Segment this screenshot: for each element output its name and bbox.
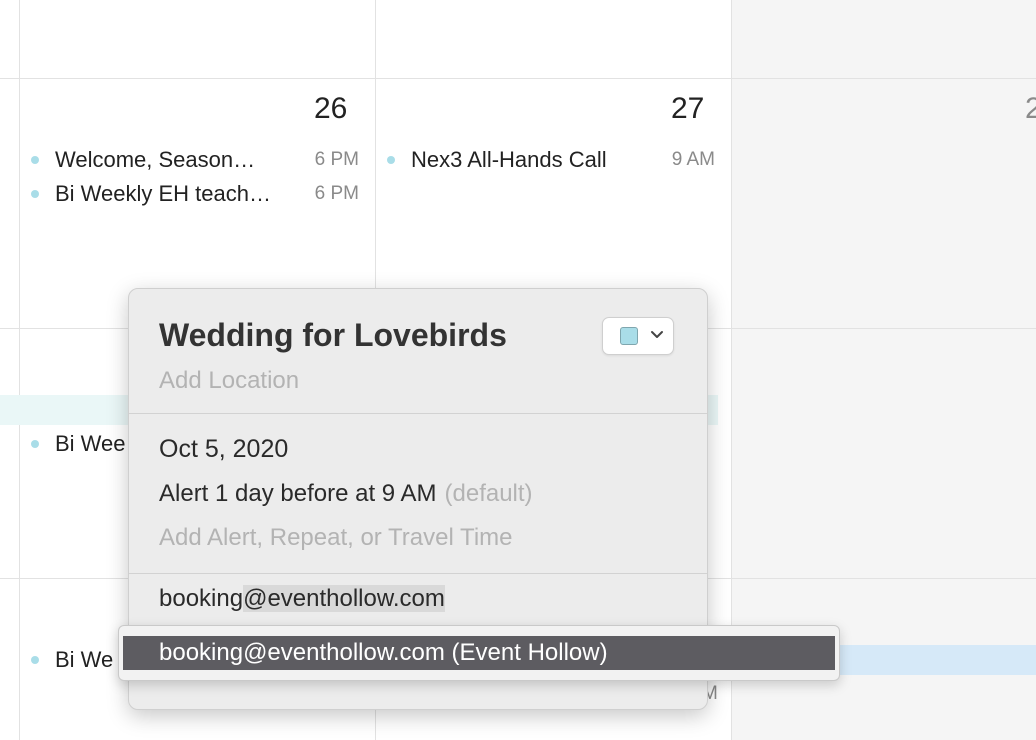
invitee-autocomplete-selection: @eventhollow.com xyxy=(243,585,445,612)
invitee-input[interactable]: booking@eventhollow.com xyxy=(159,585,445,613)
event-dot-icon xyxy=(31,656,39,664)
add-location-field[interactable]: Add Location xyxy=(159,367,299,395)
day-number-26[interactable]: 26 xyxy=(314,92,347,126)
divider xyxy=(129,413,707,414)
calendar-event[interactable]: Bi Weekly EH teach… 6 PM xyxy=(31,179,359,209)
add-alert-repeat-field[interactable]: Add Alert, Repeat, or Travel Time xyxy=(159,524,513,552)
chevron-down-icon xyxy=(651,331,663,338)
event-alert-field[interactable]: Alert 1 day before at 9 AM (default) xyxy=(159,480,533,508)
event-title: Bi We xyxy=(55,647,114,672)
event-date-field[interactable]: Oct 5, 2020 xyxy=(159,435,288,464)
event-time: 6 PM xyxy=(314,149,359,170)
event-time: 9 AM xyxy=(671,149,715,170)
calendar-color-picker[interactable] xyxy=(602,317,674,355)
event-dot-icon xyxy=(31,440,39,448)
grid-line xyxy=(19,0,20,740)
event-title: Bi Wee xyxy=(55,431,126,456)
event-title-field[interactable]: Wedding for Lovebirds xyxy=(159,317,507,354)
invitee-autocomplete-menu: booking@eventhollow.com (Event Hollow) xyxy=(118,625,840,681)
all-day-event-bar[interactable] xyxy=(836,645,1036,675)
event-title: Bi Weekly EH teach… xyxy=(55,181,272,206)
day-number-28[interactable]: 2 xyxy=(1025,92,1036,126)
event-title: Nex3 All-Hands Call xyxy=(411,147,607,172)
calendar-event[interactable]: Welcome, Season… 6 PM xyxy=(31,145,359,175)
event-dot-icon xyxy=(31,156,39,164)
event-dot-icon xyxy=(31,190,39,198)
grid-line xyxy=(0,78,1036,79)
event-title: Welcome, Season… xyxy=(55,147,256,172)
alert-text: Alert 1 day before at 9 AM xyxy=(159,480,437,507)
alert-default-label: (default) xyxy=(444,480,533,507)
invitee-typed-text: booking xyxy=(159,585,244,612)
day-number-27[interactable]: 27 xyxy=(671,92,704,126)
divider xyxy=(129,573,707,574)
color-swatch-icon xyxy=(620,327,638,345)
autocomplete-suggestion[interactable]: booking@eventhollow.com (Event Hollow) xyxy=(123,636,835,670)
calendar-event[interactable]: Nex3 All-Hands Call 9 AM xyxy=(387,145,715,175)
event-time: 6 PM xyxy=(314,183,359,204)
event-dot-icon xyxy=(387,156,395,164)
